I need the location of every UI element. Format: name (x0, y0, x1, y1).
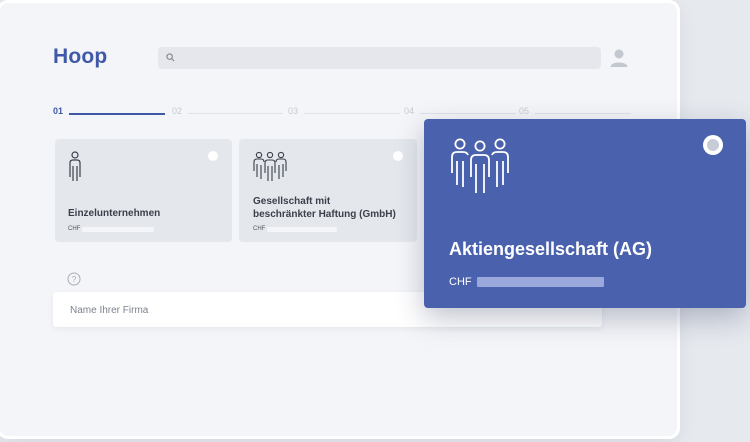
legal-form-card-ag[interactable]: Aktiengesellschaft (AG) CHF (424, 119, 746, 308)
card-title: Gesellschaft mit beschränkter Haftung (G… (253, 195, 396, 221)
radio-button[interactable] (208, 151, 218, 161)
card-title-line-1: Gesellschaft mit (253, 196, 331, 207)
step-1[interactable]: 01 (53, 106, 63, 116)
currency-label: CHF (68, 226, 81, 232)
legal-form-card-gmbh[interactable]: Gesellschaft mit beschränkter Haftung (G… (239, 139, 417, 242)
card-title: Aktiengesellschaft (AG) (449, 239, 653, 259)
search-icon (166, 53, 175, 62)
card-title-line-2: beschränkter Haftung (GmbH) (253, 209, 396, 220)
step-line (535, 113, 631, 114)
step-3[interactable]: 03 (288, 106, 298, 116)
single-person-icon (69, 151, 81, 181)
step-2[interactable]: 02 (172, 106, 182, 116)
search-input[interactable] (182, 47, 596, 71)
currency-label: CHF (449, 276, 472, 288)
step-4[interactable]: 04 (404, 106, 414, 116)
step-line-active (69, 112, 165, 115)
step-line (420, 113, 516, 114)
step-line (188, 113, 283, 114)
svg-text:?: ? (72, 274, 77, 284)
help-icon[interactable]: ? (67, 272, 81, 286)
group-icon (253, 151, 287, 181)
legal-form-card-einzelunternehmen[interactable]: Einzelunternehmen CHF (55, 139, 232, 242)
step-5[interactable]: 05 (519, 106, 529, 116)
currency-label: CHF (253, 226, 266, 232)
amount-placeholder-bar (82, 227, 154, 232)
large-group-icon (451, 138, 509, 193)
radio-button-selected[interactable] (703, 135, 723, 155)
search-bar[interactable] (158, 47, 601, 71)
amount-placeholder-bar (477, 277, 604, 287)
user-avatar-icon[interactable] (609, 48, 629, 68)
step-line (304, 113, 400, 114)
company-name-input[interactable] (68, 292, 412, 329)
card-title: Einzelunternehmen (68, 208, 161, 219)
app-logo[interactable]: Hoop (53, 45, 107, 69)
amount-placeholder-bar (267, 227, 337, 232)
radio-button[interactable] (393, 151, 403, 161)
